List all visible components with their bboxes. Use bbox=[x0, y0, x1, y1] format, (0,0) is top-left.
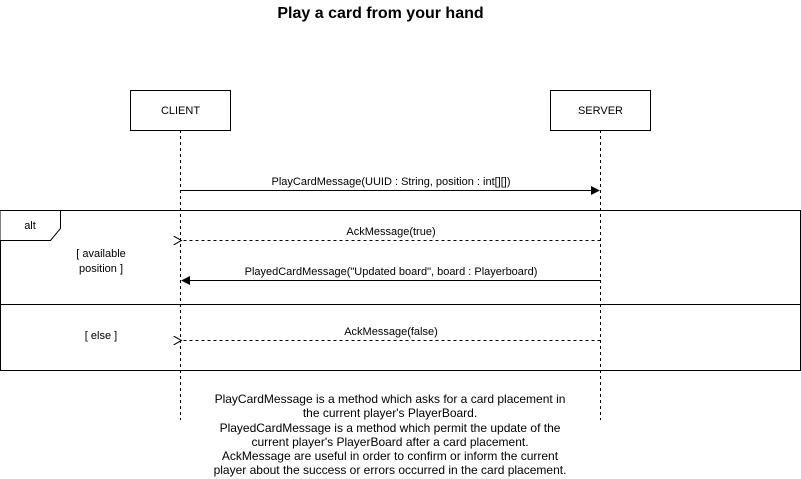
alt-operator-label: alt bbox=[24, 220, 36, 232]
note-line: current player's PlayerBoard after a car… bbox=[251, 434, 529, 449]
played-card-label: PlayedCardMessage("Updated board", board… bbox=[245, 266, 538, 278]
note-line: AckMessage are useful in order to confir… bbox=[221, 449, 559, 464]
ack-true-label: AckMessage(true) bbox=[346, 226, 435, 238]
server-label: SERVER bbox=[578, 105, 623, 117]
client-participant: CLIENT bbox=[130, 90, 231, 131]
note-line: the current player's PlayerBoard. bbox=[302, 406, 478, 421]
guard-available-line2: position ] bbox=[79, 263, 123, 275]
note-line: PlayedCardMessage is a method which perm… bbox=[219, 420, 561, 435]
note-line: PlayCardMessage is a method which asks f… bbox=[214, 392, 566, 406]
server-participant: SERVER bbox=[550, 90, 651, 131]
client-label: CLIENT bbox=[161, 105, 200, 117]
ack-false-label: AckMessage(false) bbox=[344, 326, 438, 338]
guard-else: [ else ] bbox=[85, 330, 117, 342]
note-line: player about the success or errors occur… bbox=[213, 463, 567, 478]
play-card-label: PlayCardMessage(UUID : String, position … bbox=[271, 176, 510, 188]
explanation-note: PlayCardMessage is a method which asks f… bbox=[190, 392, 590, 478]
guard-available-line1: [ available bbox=[76, 248, 126, 260]
